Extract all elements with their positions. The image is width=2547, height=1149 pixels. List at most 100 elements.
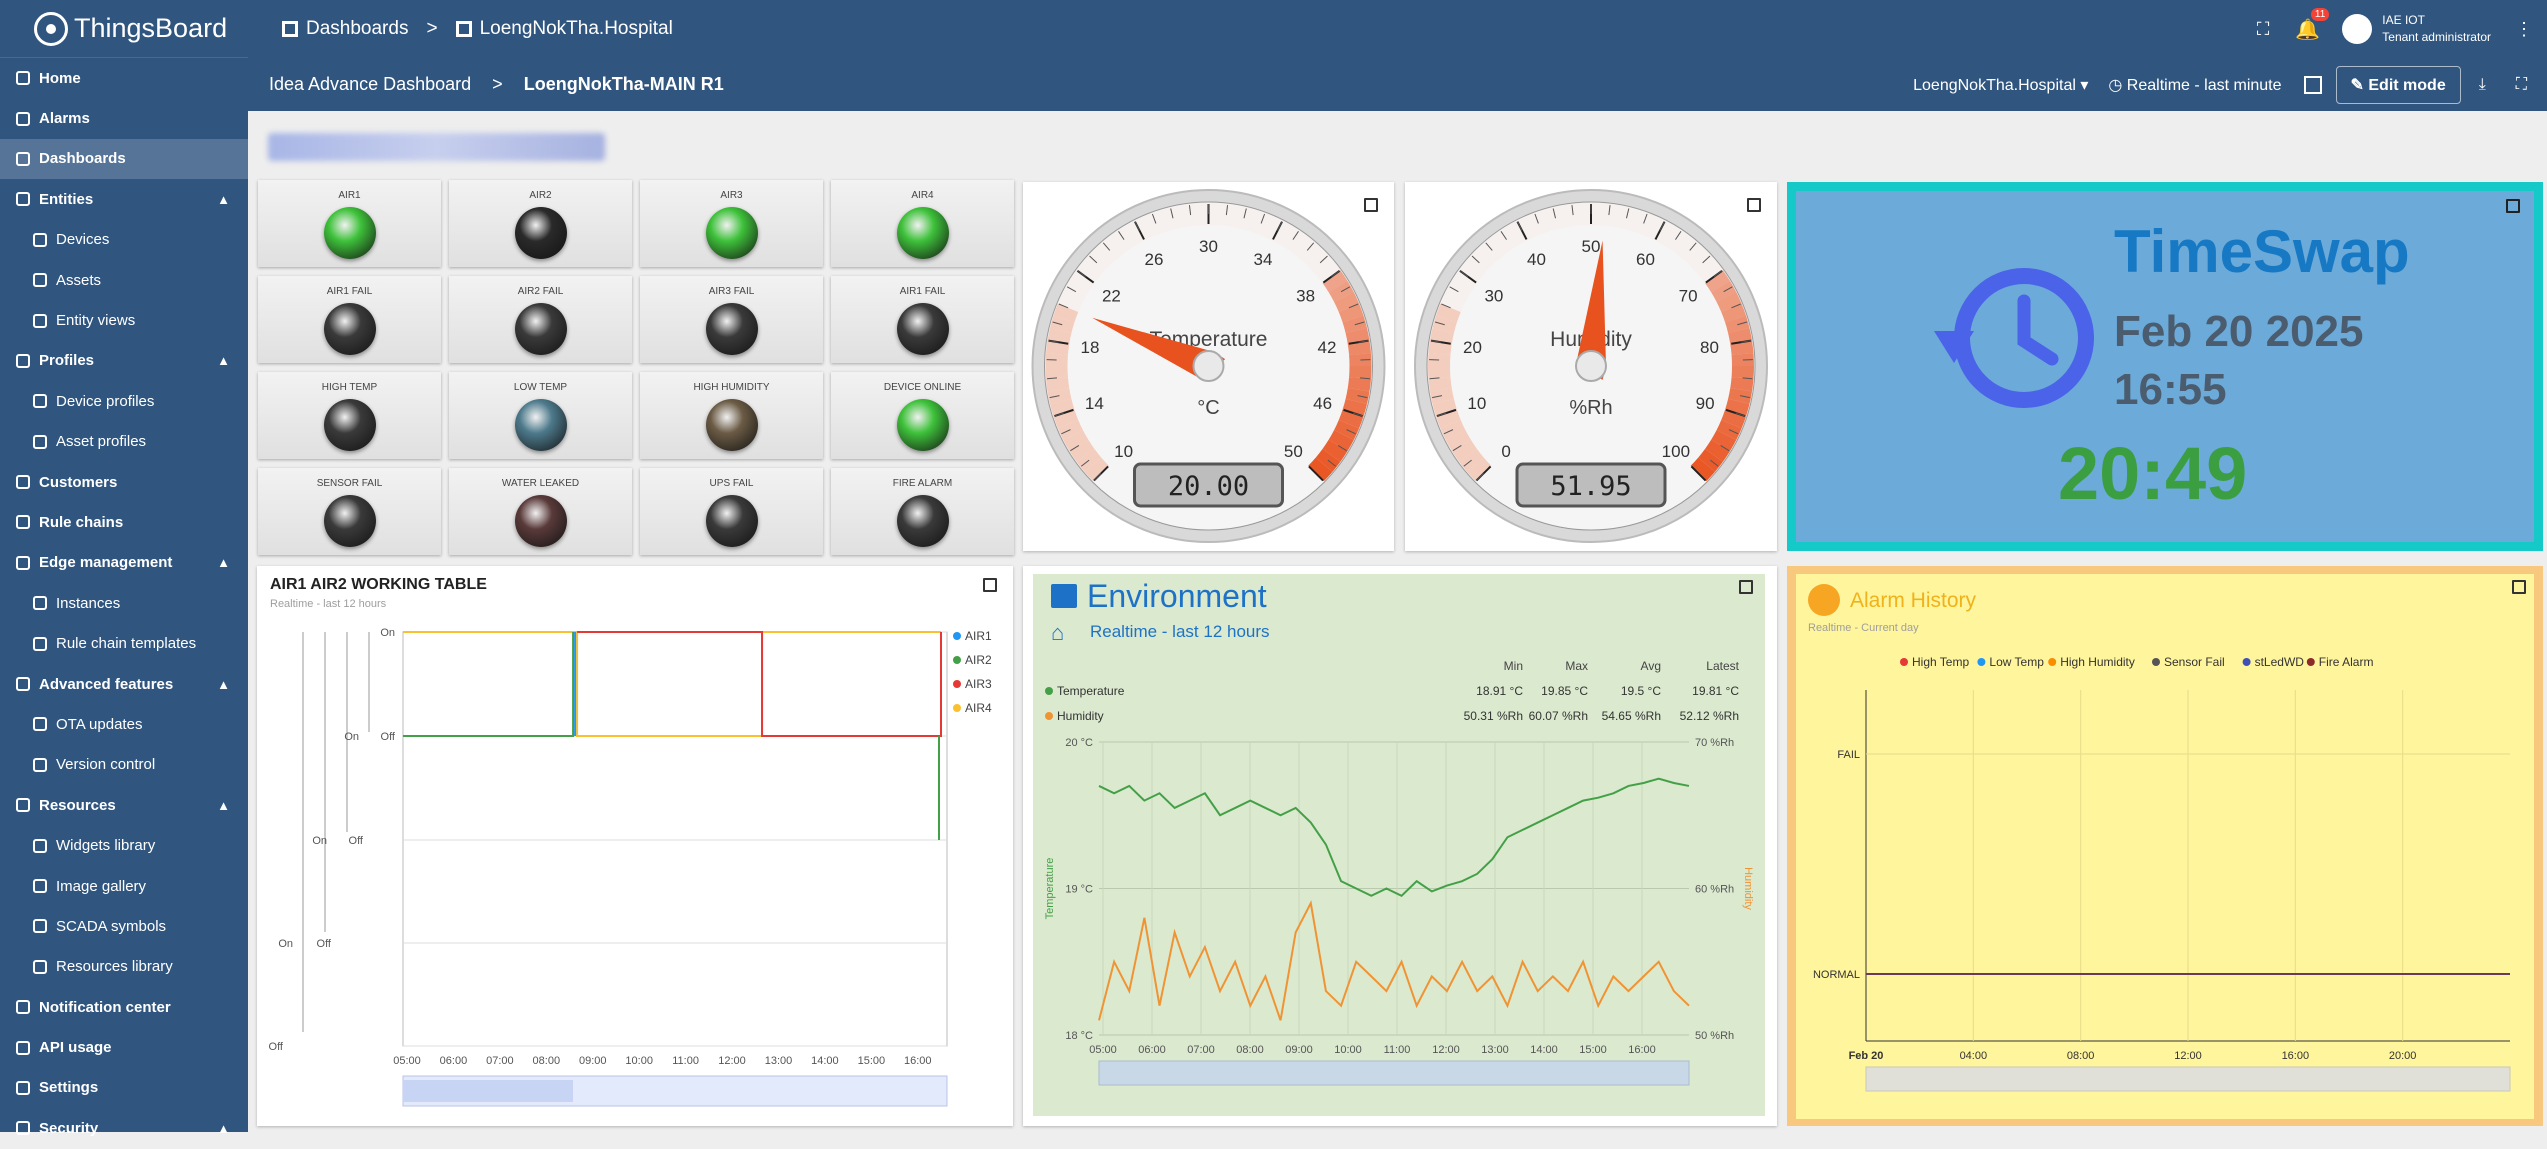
- timeswap-card: TimeSwap Feb 20 2025 16:55 20:49: [1787, 182, 2543, 551]
- download-icon[interactable]: ⤓: [2479, 76, 2486, 94]
- sidebar-item-resources[interactable]: Resources▲: [0, 785, 248, 825]
- sidebar-item-rule-chains[interactable]: Rule chains: [0, 502, 248, 542]
- y-left-axis-label: Temperature: [1044, 858, 1056, 920]
- sidebar-item-scada-symbols[interactable]: SCADA symbols: [0, 906, 248, 946]
- chevron-up-icon[interactable]: ▲: [217, 192, 230, 207]
- legend-label: stLedWD: [2255, 655, 2305, 669]
- sidebar-item-version-control[interactable]: Version control: [0, 745, 248, 785]
- fullscreen-icon[interactable]: ⛶: [2257, 19, 2270, 40]
- x-tick-label: 07:00: [1187, 1044, 1215, 1056]
- sidebar-item-asset-profiles[interactable]: Asset profiles: [0, 422, 248, 462]
- device-profile-icon: [33, 394, 47, 408]
- dashboard-crumb-root[interactable]: Idea Advance Dashboard: [269, 74, 471, 94]
- gauge-tick-label: 34: [1254, 250, 1273, 269]
- gauge-band-segment: [1446, 308, 1450, 319]
- sidebar-item-label: OTA updates: [56, 716, 142, 733]
- chevron-up-icon[interactable]: ▲: [217, 555, 230, 570]
- edit-mode-label: Edit mode: [2368, 77, 2445, 94]
- gauge-band-segment: [1512, 231, 1522, 237]
- sidebar-item-customers[interactable]: Customers: [0, 462, 248, 502]
- sidebar-item-settings[interactable]: Settings: [0, 1068, 248, 1108]
- sidebar-item-entity-views[interactable]: Entity views: [0, 300, 248, 340]
- led-indicator: [897, 495, 949, 547]
- gauge-band-segment: [1468, 455, 1475, 464]
- sidebar-item-advanced-features[interactable]: Advanced features▲: [0, 664, 248, 704]
- brand-logo[interactable]: ThingsBoard: [0, 0, 248, 58]
- sidebar-item-ota-updates[interactable]: OTA updates: [0, 704, 248, 744]
- chevron-up-icon[interactable]: ▲: [217, 798, 230, 813]
- gauge-band-segment: [1439, 342, 1440, 354]
- gauge-band-segment: [1441, 331, 1443, 343]
- sidebar-item-home[interactable]: Home: [0, 58, 248, 98]
- dashboard-title-blurred: [268, 133, 605, 161]
- x-tick-label: 16:00: [904, 1055, 932, 1067]
- sidebar-item-widgets-library[interactable]: Widgets library: [0, 825, 248, 865]
- sidebar-item-api-usage[interactable]: API usage: [0, 1027, 248, 1067]
- device-icon: [33, 233, 47, 247]
- led-tile: SENSOR FAIL: [258, 468, 441, 555]
- image-export-icon[interactable]: [2304, 76, 2322, 94]
- security-icon: [16, 1121, 30, 1135]
- x-tick-label: 12:00: [718, 1055, 746, 1067]
- gauge-tick-label: 80: [1700, 338, 1719, 357]
- gauge-band-segment: [1068, 297, 1073, 308]
- legend-label: AIR3: [965, 677, 992, 691]
- notifications-button[interactable]: 🔔 11: [2295, 17, 2320, 42]
- gauge-tick-label: 22: [1102, 286, 1121, 305]
- gauge-band-segment: [1707, 267, 1714, 276]
- sidebar-item-dashboards[interactable]: Dashboards: [0, 139, 248, 179]
- led-tile: AIR3 FAIL: [640, 276, 823, 363]
- gauge-lcd-value: 20.00: [1168, 471, 1249, 502]
- dashboard-crumb-separator: >: [492, 74, 503, 94]
- sidebar-item-device-profiles[interactable]: Device profiles: [0, 381, 248, 421]
- sidebar-item-profiles[interactable]: Profiles▲: [0, 341, 248, 381]
- chevron-up-icon[interactable]: ▲: [217, 1121, 230, 1136]
- sidebar-item-security[interactable]: Security▲: [0, 1108, 248, 1148]
- more-vert-icon[interactable]: ⋮: [2515, 19, 2533, 40]
- sidebar-item-edge-management[interactable]: Edge management▲: [0, 543, 248, 583]
- sidebar-item-notification-center[interactable]: Notification center: [0, 987, 248, 1027]
- gauge-band-segment: [1522, 226, 1533, 231]
- led-indicator: [897, 303, 949, 355]
- entity-select[interactable]: LoengNokTha.Hospital ▾: [1913, 75, 2088, 95]
- y-left-tick: 19 °C: [1065, 884, 1093, 896]
- led-indicator: [324, 495, 376, 547]
- image-icon: [33, 879, 47, 893]
- breadcrumb-dashboards[interactable]: Dashboards: [306, 18, 408, 40]
- x-tick-label: 08:00: [1236, 1044, 1264, 1056]
- x-tick-label: 06:00: [440, 1055, 468, 1067]
- x-tick-label: 10:00: [625, 1055, 653, 1067]
- customers-icon: [16, 475, 30, 489]
- led-indicator: [706, 303, 758, 355]
- user-menu[interactable]: IAE IOT Tenant administrator ⋮: [2342, 12, 2533, 46]
- sidebar-item-instances[interactable]: Instances: [0, 583, 248, 623]
- working-table-title: AIR1 AIR2 WORKING TABLE Realtime - last …: [270, 576, 487, 610]
- gauge-band-segment: [1058, 331, 1060, 343]
- fullscreen-dashboard-icon[interactable]: ⛶: [2516, 76, 2527, 94]
- settings-icon: [16, 1081, 30, 1095]
- chevron-up-icon[interactable]: ▲: [217, 677, 230, 692]
- gauge-band-segment: [1446, 413, 1450, 424]
- expand-icon[interactable]: [983, 578, 997, 592]
- sidebar-item-alarms[interactable]: Alarms: [0, 98, 248, 138]
- gauge-band-segment: [1468, 267, 1475, 276]
- sidebar-item-resources-library[interactable]: Resources library: [0, 947, 248, 987]
- gauge-tick-label: 60: [1636, 250, 1655, 269]
- sidebar-item-entities[interactable]: Entities▲: [0, 179, 248, 219]
- sidebar-item-assets[interactable]: Assets: [0, 260, 248, 300]
- gauge-band-segment: [1461, 277, 1468, 287]
- gauge-tick-label: 20: [1463, 338, 1482, 357]
- legend-label: Low Temp: [1989, 655, 2044, 669]
- sidebar-item-rule-chain-templates[interactable]: Rule chain templates: [0, 623, 248, 663]
- chevron-up-icon[interactable]: ▲: [217, 353, 230, 368]
- working-table-subtitle: Realtime - last 12 hours: [270, 598, 487, 610]
- timewindow-button[interactable]: ◷ Realtime - last minute: [2108, 75, 2281, 95]
- sidebar-item-image-gallery[interactable]: Image gallery: [0, 866, 248, 906]
- edit-mode-button[interactable]: ✎ Edit mode: [2336, 66, 2461, 104]
- asset-profile-icon: [33, 435, 47, 449]
- expand-icon[interactable]: [2506, 199, 2520, 213]
- thingsboard-logo-icon: [34, 12, 68, 46]
- gauge-band-segment: [1456, 287, 1462, 297]
- sidebar-item-devices[interactable]: Devices: [0, 220, 248, 260]
- sidebar-item-label: Notification center: [39, 999, 171, 1016]
